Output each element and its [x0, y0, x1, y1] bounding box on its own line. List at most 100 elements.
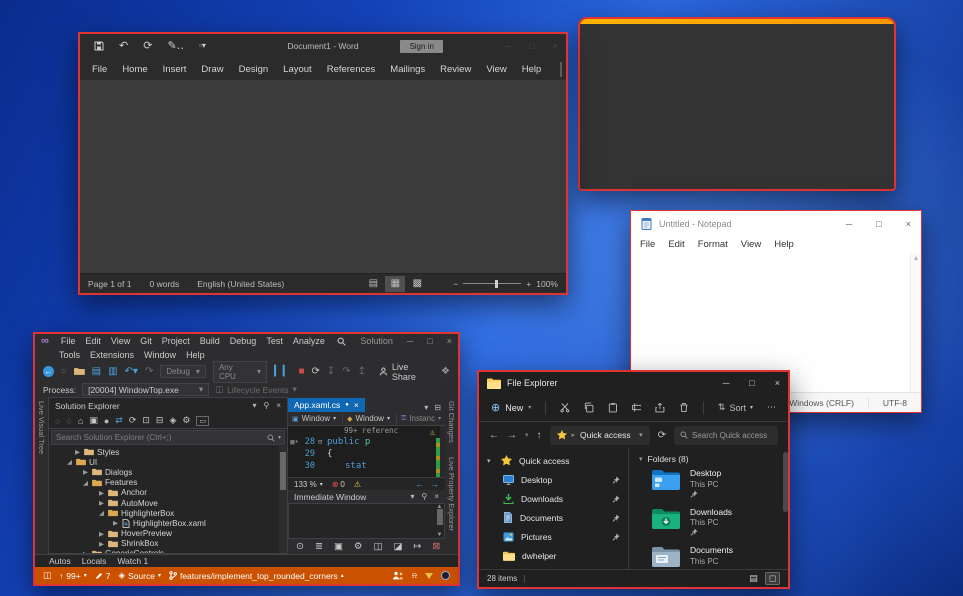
chevron-right-icon[interactable]: ▶	[99, 540, 105, 548]
fold-box-icon[interactable]: ⊟	[318, 438, 327, 446]
search-box[interactable]	[674, 426, 778, 445]
zoom-out-button[interactable]: −	[453, 279, 458, 289]
ribbon-display-options-box[interactable]	[560, 62, 562, 77]
live-share-button[interactable]: Live Share	[379, 362, 434, 382]
code-editor[interactable]: 99+ referenc ▩• 28 ⊟ public p 29 { 30	[288, 426, 445, 477]
notepad-close-button[interactable]: ×	[906, 219, 911, 229]
vs-menu-view[interactable]: View	[111, 336, 130, 346]
back-icon[interactable]: ○	[55, 416, 60, 426]
search-input[interactable]	[692, 431, 772, 440]
type-dropdown[interactable]: ◆ Window ▾	[347, 414, 397, 423]
open-folder-icon[interactable]	[74, 367, 85, 376]
error-count-indicator[interactable]: ⊗0	[332, 480, 345, 489]
save-all-icon[interactable]: ▥	[108, 367, 117, 377]
step-over-icon[interactable]: ↷	[342, 367, 350, 377]
chevron-down-icon[interactable]: ▾	[487, 457, 494, 465]
collapse-all-icon[interactable]: ⊟	[156, 415, 164, 426]
feedback-icon[interactable]: ◫	[43, 570, 51, 581]
navigate-back-icon[interactable]: ←	[43, 366, 54, 377]
menu-format[interactable]: Format	[698, 239, 728, 250]
share-icon[interactable]	[655, 402, 665, 413]
panel-menu-icon[interactable]: ▾	[252, 401, 256, 410]
refresh-icon[interactable]: ⟳	[658, 430, 666, 441]
editor-zoom-dropdown[interactable]: 133 %▾	[294, 480, 323, 489]
sidebar-item-dwhelper[interactable]: dwhelper	[479, 546, 628, 565]
chevron-right-icon[interactable]: ▶	[99, 530, 105, 538]
tab-review[interactable]: Review	[440, 64, 471, 75]
rename-icon[interactable]	[632, 402, 642, 413]
content-scrollbar[interactable]	[783, 452, 788, 512]
panels-icon[interactable]: ▣	[334, 541, 343, 552]
scroll-down-icon[interactable]: ▼	[437, 532, 443, 538]
pin-icon[interactable]: ⚲	[263, 401, 269, 410]
redo-icon[interactable]: ↷	[145, 367, 153, 377]
word-minimize-button[interactable]: ─	[505, 41, 511, 51]
details-view-icon[interactable]: ▤	[746, 572, 761, 585]
page-indicator[interactable]: Page 1 of 1	[88, 279, 131, 289]
word-document-area[interactable]	[80, 80, 566, 273]
save-icon[interactable]	[94, 41, 104, 51]
tab-locals[interactable]: Locals	[82, 556, 107, 566]
new-button[interactable]: ⊕ New ▾	[491, 401, 531, 414]
sidebar-item-documents[interactable]: Documents	[479, 508, 628, 527]
tile-desktop[interactable]: Desktop This PC	[639, 468, 784, 498]
tree-item[interactable]: ▶ ShrinkBox	[49, 539, 287, 549]
vs-menu-git[interactable]: Git	[140, 336, 152, 346]
chevron-right-icon[interactable]: ▶	[83, 468, 89, 476]
nested-file-icon[interactable]: ⊡	[142, 415, 150, 426]
vs-maximize-button[interactable]: □	[427, 336, 432, 346]
codelens-references[interactable]: 99+ referenc	[288, 426, 445, 436]
delete-icon[interactable]	[679, 402, 689, 413]
tab-mailings[interactable]: Mailings	[390, 64, 425, 75]
vs-menu-help[interactable]: Help	[186, 350, 205, 360]
vs-menu-edit[interactable]: Edit	[85, 336, 101, 346]
chevron-right-icon[interactable]: ▶	[99, 499, 105, 507]
stop-debug-icon[interactable]: ■	[298, 367, 304, 377]
push-count[interactable]: ↑ 99+ ▾	[59, 571, 87, 581]
sidebar-item-downloads[interactable]: Downloads	[479, 489, 628, 508]
vs-menu-extensions[interactable]: Extensions	[90, 350, 134, 360]
vs-menu-project[interactable]: Project	[162, 336, 190, 346]
chevron-down-icon[interactable]: ▾	[639, 455, 643, 463]
sidebar-item-desktop[interactable]: Desktop	[479, 470, 628, 489]
tree-item[interactable]: ▶ AutoMove	[49, 498, 287, 508]
properties-icon[interactable]: ⚙	[182, 415, 190, 426]
solution-tree-scrollbar[interactable]	[279, 446, 287, 553]
folders-group-header[interactable]: ▾ Folders (8)	[639, 454, 784, 464]
chevron-down-icon[interactable]: ◢	[67, 458, 73, 466]
search-options-icon[interactable]: ▾	[278, 434, 281, 441]
panel-menu-icon[interactable]: ▾	[410, 492, 414, 501]
refresh-icon[interactable]: ⟳	[129, 415, 137, 426]
chevron-down-icon[interactable]: ◢	[99, 509, 105, 517]
scrollbar-thumb[interactable]	[280, 452, 286, 490]
lines-icon[interactable]: ≣	[315, 541, 323, 552]
paste-icon[interactable]	[608, 402, 618, 413]
sidebar-item-quick-access[interactable]: ▾ Quick access	[479, 451, 628, 470]
solution-platforms-dropdown[interactable]: Any CPU▾	[213, 361, 267, 383]
process-dropdown[interactable]: [20004] WindowTop.exe▾	[82, 383, 209, 396]
tree-item[interactable]: ▶ HoverPreview	[49, 529, 287, 539]
pending-changes-filter-icon[interactable]: ●	[104, 416, 109, 426]
address-breadcrumb[interactable]: ▸ Quick access ▾	[550, 426, 650, 445]
tile-downloads[interactable]: Downloads This PC	[639, 507, 784, 537]
show-all-files-icon[interactable]: ◈	[169, 415, 176, 426]
tab-close-icon[interactable]: ×	[354, 400, 359, 410]
fe-close-button[interactable]: ×	[775, 378, 780, 388]
warning-icon[interactable]: ⚠	[430, 428, 435, 438]
step-out-icon[interactable]: ↥	[358, 367, 366, 377]
read-mode-button[interactable]: ▤	[363, 276, 383, 292]
tab-help[interactable]: Help	[522, 64, 542, 75]
tree-item[interactable]: ◢ HighlighterBox	[49, 508, 287, 518]
tab-home[interactable]: Home	[122, 64, 147, 75]
export-icon[interactable]: ↦	[413, 541, 421, 552]
float-icon[interactable]: ⊟	[434, 403, 441, 412]
navigate-forward-icon[interactable]: ○	[61, 367, 67, 377]
navigate-backward-icon[interactable]: ←	[415, 479, 424, 489]
live-share-users-icon[interactable]	[392, 571, 404, 580]
lifecycle-events-dropdown[interactable]: ◫ Lifecycle Events ▾	[215, 384, 297, 395]
solution-configurations-dropdown[interactable]: Debug▾	[160, 365, 206, 378]
toolbar-options-icon[interactable]: ❖	[441, 367, 450, 377]
search-icon[interactable]	[337, 337, 346, 346]
vs-minimize-button[interactable]: ─	[407, 336, 413, 346]
navigate-forward-icon[interactable]: →	[430, 479, 439, 489]
